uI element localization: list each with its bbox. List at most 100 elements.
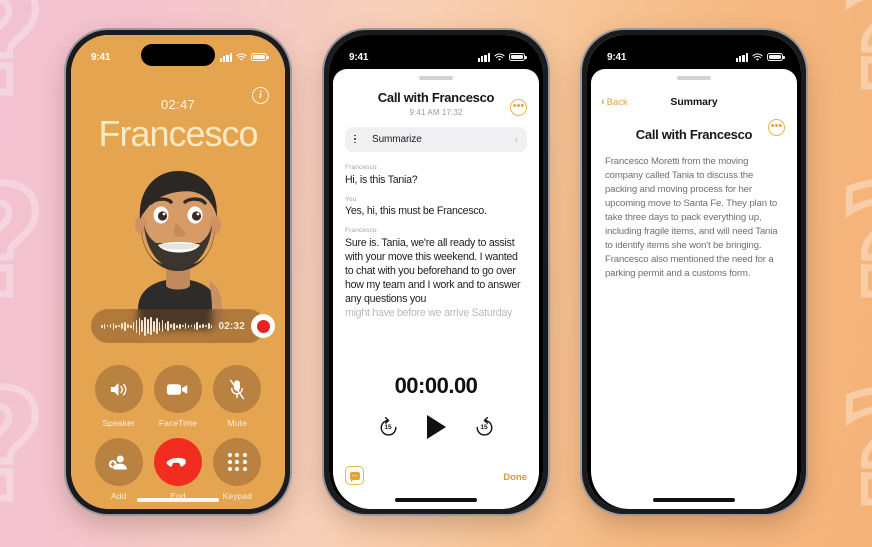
microphone-muted-icon	[213, 365, 262, 413]
end-call-icon	[153, 438, 202, 486]
audio-waveform	[101, 316, 213, 336]
call-recorder-bar[interactable]: 02:32	[91, 309, 276, 343]
keypad-label: Keypad	[222, 491, 253, 501]
transcript-text: Yes, hi, this must be Francesco.	[345, 205, 487, 218]
transcript-subtitle: 9:41 AM 17:32	[409, 108, 463, 117]
memoji-avatar	[135, 171, 222, 329]
summary-body-text: Francesco Moretti from the moving compan…	[605, 156, 778, 279]
deco-glyph: ?	[0, 369, 49, 526]
message-icon[interactable]	[345, 466, 364, 485]
status-bar-time: 9:41	[349, 51, 369, 63]
transcript-item: Francesco Sure is. Tania, we're all read…	[345, 227, 527, 320]
battery-icon	[251, 52, 269, 62]
home-indicator	[137, 498, 219, 502]
status-bar-icons	[219, 52, 269, 62]
add-call-button[interactable]: Add	[94, 438, 143, 501]
mute-button[interactable]: Mute	[213, 365, 262, 428]
transcript-item: You Yes, hi, this must be Francesco.	[345, 196, 527, 219]
player-controls: 15 15	[333, 415, 539, 439]
status-bar: 9:41	[329, 35, 543, 69]
message-bubble-shape	[349, 471, 360, 482]
cellular-icon	[219, 52, 232, 62]
chevron-right-icon: ›	[514, 134, 518, 145]
more-options-button[interactable]: •••	[510, 99, 527, 116]
speaker-button[interactable]: Speaker	[94, 365, 143, 428]
summarize-row[interactable]: Summarize ›	[345, 127, 527, 152]
transcript-text-partial: might have before we arrive Saturday	[345, 307, 513, 320]
call-controls-grid: Speaker FaceTime Mute Add End Keypad	[89, 365, 267, 501]
phone-mockup-call: 9:41 i 02:47 Francesco 02:32 Speaker Fac…	[66, 30, 290, 514]
deco-glyph: ?	[835, 165, 872, 322]
transcript-speaker: You	[345, 195, 357, 203]
add-person-icon	[94, 438, 143, 486]
deco-glyph: ?	[0, 0, 49, 120]
transcript-speaker: Francesco	[345, 227, 377, 235]
speaker-label: Speaker	[102, 418, 135, 428]
home-indicator	[395, 498, 477, 502]
transcript-messages: Francesco Hi, is this Tania? You Yes, hi…	[345, 164, 527, 320]
cellular-icon	[477, 52, 490, 62]
deco-glyph: ?	[835, 373, 872, 530]
speaker-icon	[94, 365, 143, 413]
active-call-screen: 9:41 i 02:47 Francesco 02:32 Speaker Fac…	[71, 35, 285, 509]
video-camera-icon	[153, 365, 202, 413]
mute-label: Mute	[227, 418, 247, 428]
end-call-button[interactable]: End	[153, 438, 202, 501]
status-bar-time: 9:41	[91, 51, 111, 63]
transcript-text: Hi, is this Tania?	[345, 173, 418, 186]
chevron-left-icon: ‹	[601, 95, 605, 108]
transcript-text: Sure is. Tania, we're all ready to assis…	[345, 236, 521, 305]
skip-forward-value: 15	[480, 424, 488, 431]
phone-mockup-transcript: 9:41 Call with Francesco 9:41 AM 17:32 •…	[324, 30, 548, 514]
play-icon[interactable]	[426, 415, 446, 439]
summary-screen-container: 9:41 ‹ Back Summary ••• Call with France…	[587, 35, 801, 509]
facetime-button[interactable]: FaceTime	[153, 365, 202, 428]
record-button[interactable]	[251, 314, 276, 338]
add-label: Add	[110, 491, 127, 501]
caller-name: Francesco	[98, 113, 258, 154]
battery-icon	[509, 52, 527, 62]
phone-mockup-summary: 9:41 ‹ Back Summary ••• Call with France…	[582, 30, 806, 514]
keypad-button[interactable]: Keypad	[213, 438, 262, 501]
sheet-grabber[interactable]	[419, 76, 453, 80]
skip-back-value: 15	[384, 424, 392, 431]
summarize-label: Summarize	[372, 134, 422, 145]
transcript-sheet: Call with Francesco 9:41 AM 17:32 ••• Su…	[333, 69, 539, 509]
skip-forward-15-button[interactable]: 15	[474, 416, 495, 438]
audio-player: 00:00.00 15 15 Done	[333, 359, 539, 509]
wifi-icon	[494, 53, 505, 61]
wifi-icon	[752, 53, 763, 61]
player-timecode: 00:00.00	[394, 373, 478, 398]
call-timer: 02:47	[160, 97, 196, 112]
skip-back-15-button[interactable]: 15	[378, 416, 399, 438]
transcript-backdrop: 9:41 Call with Francesco 9:41 AM 17:32 •…	[329, 35, 543, 509]
transcript-screen-container: 9:41 Call with Francesco 9:41 AM 17:32 •…	[329, 35, 543, 509]
summary-nav-title: Summary	[670, 96, 718, 108]
done-button[interactable]: Done	[503, 472, 527, 483]
deco-glyph: ?	[835, 0, 872, 114]
status-bar-icons	[735, 52, 785, 62]
sheet-grabber[interactable]	[677, 76, 711, 80]
deco-glyph: ?	[0, 165, 49, 322]
status-bar: 9:41	[71, 35, 285, 69]
status-bar: 9:41	[587, 35, 801, 69]
transcript-speaker: Francesco	[345, 164, 377, 171]
back-button[interactable]: ‹ Back	[601, 95, 628, 108]
status-bar-icons	[477, 52, 527, 62]
home-indicator	[653, 498, 735, 502]
more-options-button[interactable]: •••	[768, 119, 785, 136]
keypad-icon	[213, 438, 262, 486]
summary-backdrop: 9:41 ‹ Back Summary ••• Call with France…	[587, 35, 801, 509]
transcript-item: Francesco Hi, is this Tania?	[345, 164, 527, 187]
wifi-icon	[236, 53, 247, 61]
call-screen-container: 9:41 i 02:47 Francesco 02:32 Speaker Fac…	[71, 35, 285, 509]
summary-navbar: ‹ Back Summary •••	[591, 89, 797, 136]
facetime-label: FaceTime	[158, 418, 198, 428]
transcript-title: Call with Francesco	[377, 90, 495, 105]
summary-title: Call with Francesco	[635, 127, 753, 142]
back-label: Back	[606, 96, 628, 108]
summary-sheet: ‹ Back Summary ••• Call with Francesco F…	[591, 69, 797, 509]
recording-elapsed-time: 02:32	[218, 320, 246, 332]
battery-icon	[767, 52, 785, 62]
status-bar-time: 9:41	[607, 51, 627, 63]
